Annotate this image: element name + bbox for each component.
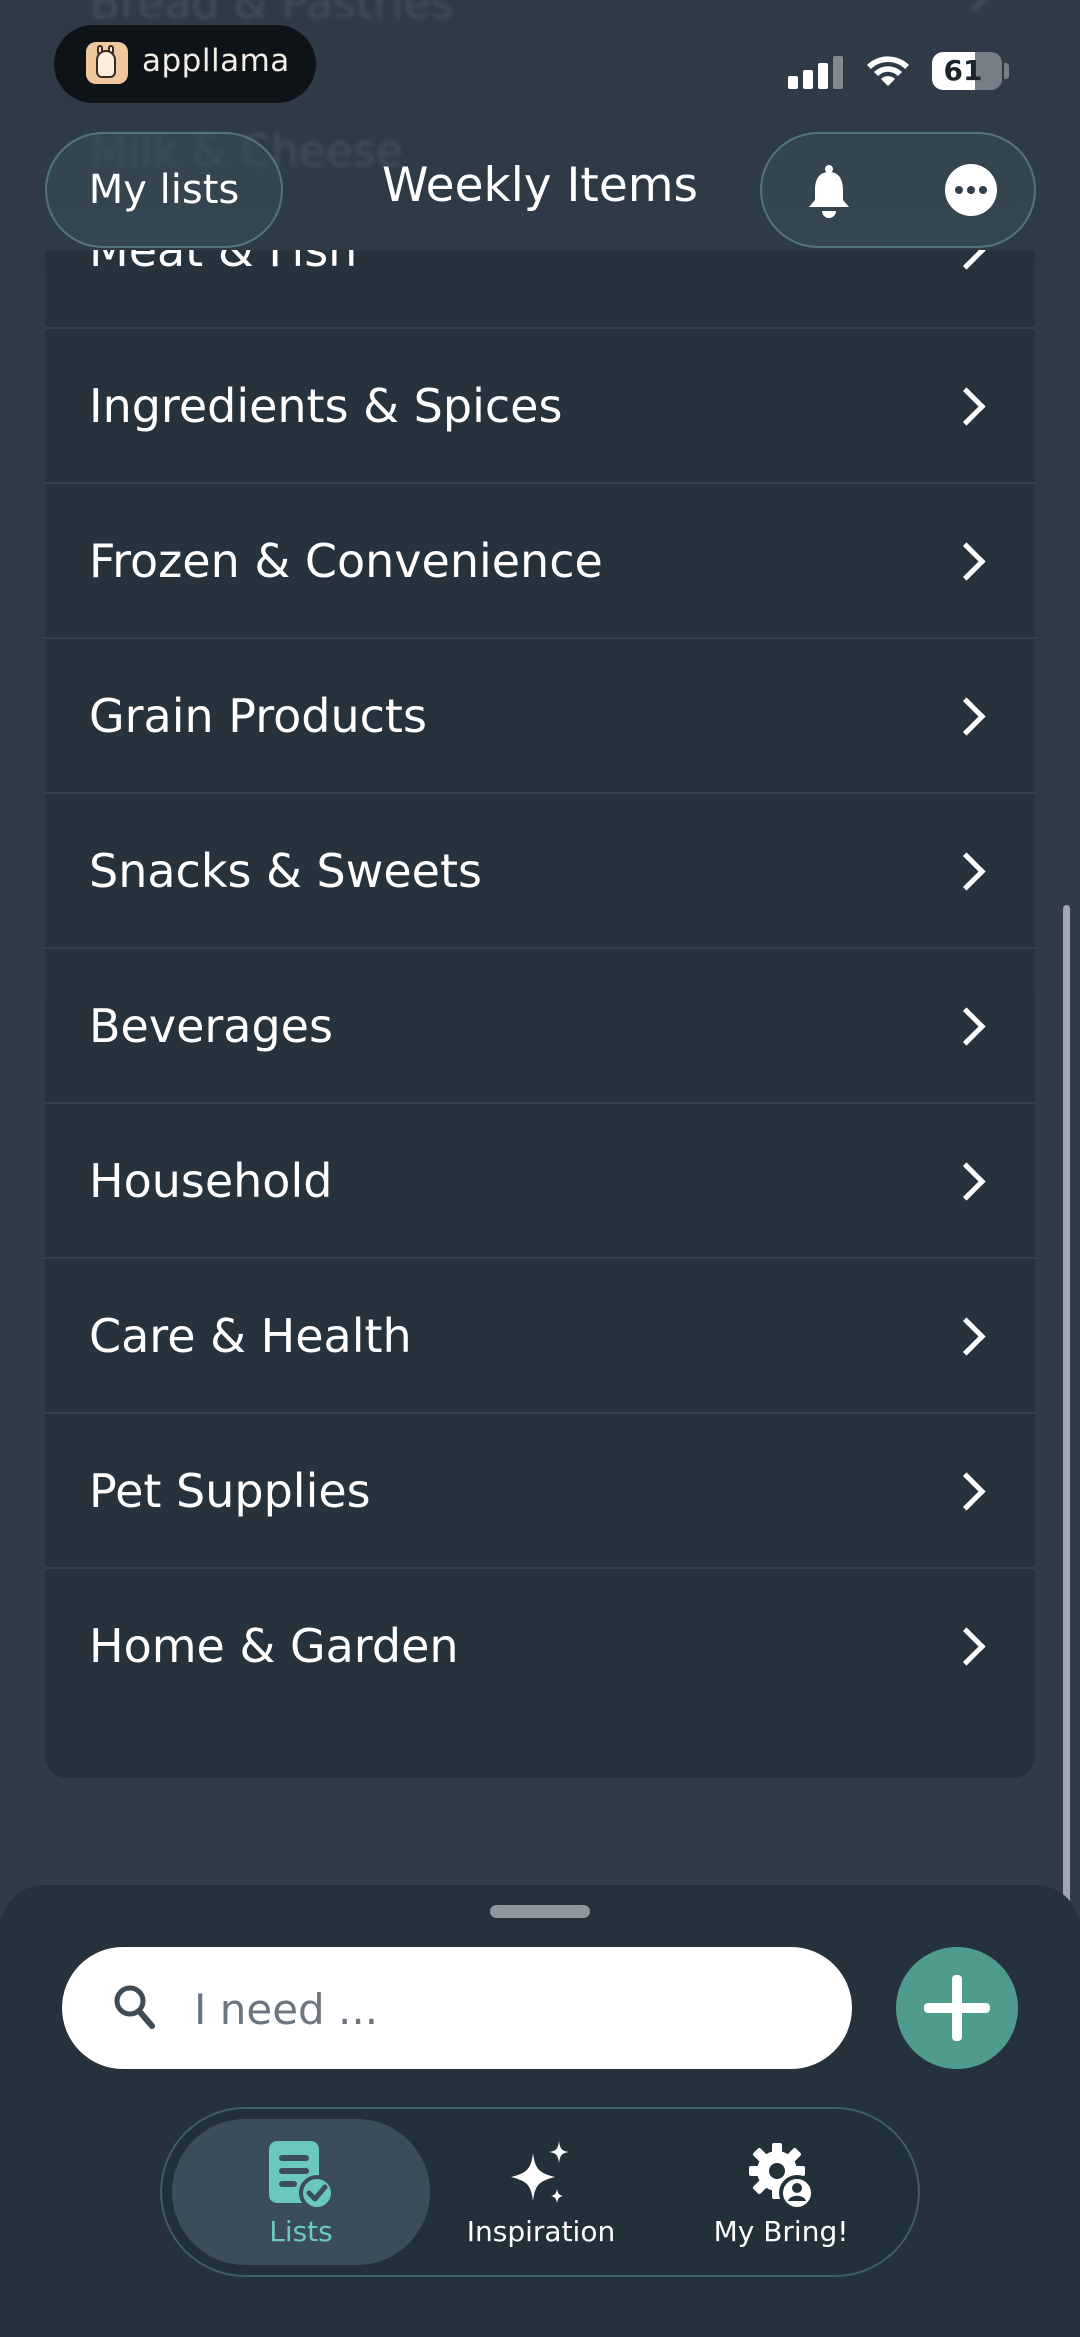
- category-row[interactable]: Household: [45, 1102, 1035, 1257]
- page-title: Weekly Items: [381, 158, 699, 213]
- chevron-right-icon: [947, 696, 986, 736]
- more-icon[interactable]: [945, 164, 997, 216]
- brand-label: appllama: [142, 43, 290, 79]
- chevron-right-icon: [947, 1161, 986, 1201]
- category-row[interactable]: Meat & Fish: [45, 250, 1035, 327]
- llama-logo-icon: [86, 42, 128, 84]
- tab-label: Lists: [269, 2215, 333, 2248]
- search-icon: [114, 1985, 155, 2029]
- battery-tip: [1004, 63, 1009, 79]
- tab-my-bring[interactable]: My Bring!: [652, 2119, 910, 2265]
- battery-percentage: 61: [943, 54, 983, 87]
- tab-label: Inspiration: [466, 2215, 616, 2248]
- chevron-right-icon: [947, 250, 986, 270]
- screen: Bread & Pastries Milk & Cheese appllama …: [0, 0, 1080, 2337]
- chevron-right-icon: [947, 1626, 986, 1666]
- category-list: Meat & Fish Ingredients & Spices Frozen …: [45, 250, 1035, 1778]
- cellular-signal-icon: [788, 55, 844, 89]
- chevron-right-icon: [947, 851, 986, 891]
- drag-handle[interactable]: [490, 1905, 590, 1918]
- tab-lists[interactable]: Lists: [172, 2119, 430, 2265]
- category-label: Care & Health: [89, 1308, 412, 1363]
- chevron-right-icon: [947, 541, 986, 581]
- battery-icon: 61: [932, 52, 1002, 90]
- category-label: Household: [89, 1153, 333, 1208]
- chevron-right-icon: [947, 1006, 986, 1046]
- sparkles-icon: [511, 2141, 569, 2203]
- list-check-icon: [269, 2141, 335, 2211]
- tab-label: My Bring!: [713, 2215, 849, 2248]
- category-row[interactable]: Care & Health: [45, 1257, 1035, 1412]
- chevron-right-icon: [947, 1471, 986, 1511]
- appllama-badge: appllama: [54, 25, 316, 103]
- add-item-button[interactable]: [896, 1947, 1018, 2069]
- bottom-sheet: Lists Inspiration: [0, 1885, 1080, 2337]
- category-row[interactable]: Ingredients & Spices: [45, 327, 1035, 482]
- category-row[interactable]: Pet Supplies: [45, 1412, 1035, 1567]
- search-field[interactable]: [62, 1947, 852, 2071]
- category-row[interactable]: Home & Garden: [45, 1567, 1035, 1722]
- bell-icon[interactable]: [804, 164, 854, 220]
- category-label: Meat & Fish: [89, 250, 357, 277]
- my-lists-button[interactable]: My lists: [45, 132, 283, 248]
- category-label: Grain Products: [89, 688, 427, 743]
- category-label: Beverages: [89, 998, 333, 1053]
- wifi-icon: [867, 56, 909, 86]
- tab-bar: Lists Inspiration My Bring!: [160, 2107, 920, 2277]
- category-row[interactable]: Frozen & Convenience: [45, 482, 1035, 637]
- category-label: Ingredients & Spices: [89, 378, 563, 433]
- category-label: Frozen & Convenience: [89, 533, 603, 588]
- header-actions: [760, 132, 1036, 248]
- search-input[interactable]: [192, 1947, 816, 2071]
- category-row[interactable]: Grain Products: [45, 637, 1035, 792]
- scrollbar[interactable]: [1063, 905, 1070, 1917]
- ghost-chevron-icon: [956, 0, 993, 13]
- chevron-right-icon: [947, 1316, 986, 1356]
- category-label: Snacks & Sweets: [89, 843, 482, 898]
- category-row[interactable]: Beverages: [45, 947, 1035, 1102]
- tab-inspiration[interactable]: Inspiration: [412, 2119, 670, 2265]
- gear-user-icon: [749, 2143, 815, 2211]
- category-row[interactable]: Snacks & Sweets: [45, 792, 1035, 947]
- category-label: Pet Supplies: [89, 1463, 371, 1518]
- category-label: Home & Garden: [89, 1618, 459, 1673]
- chevron-right-icon: [947, 386, 986, 426]
